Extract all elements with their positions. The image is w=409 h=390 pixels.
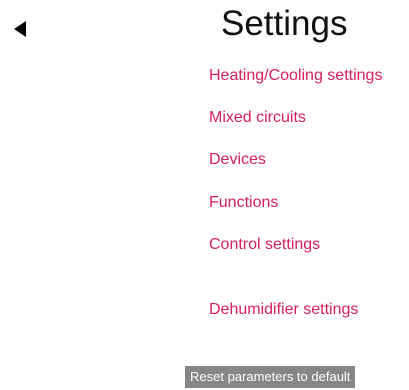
menu-item-control-settings[interactable]: Control settings bbox=[209, 235, 320, 255]
menu-item-dehumidifier-settings[interactable]: Dehumidifier settings bbox=[209, 300, 358, 320]
menu-item-functions[interactable]: Functions bbox=[209, 193, 278, 213]
back-button[interactable] bbox=[8, 16, 36, 42]
reset-parameters-button[interactable]: Reset parameters to default bbox=[185, 366, 356, 388]
menu-item-mixed-circuits[interactable]: Mixed circuits bbox=[209, 108, 306, 128]
menu-item-devices[interactable]: Devices bbox=[209, 150, 266, 170]
page-title: Settings bbox=[221, 4, 348, 43]
menu-item-heating-cooling-settings[interactable]: Heating/Cooling settings bbox=[209, 66, 382, 86]
back-triangle-icon bbox=[14, 21, 26, 37]
